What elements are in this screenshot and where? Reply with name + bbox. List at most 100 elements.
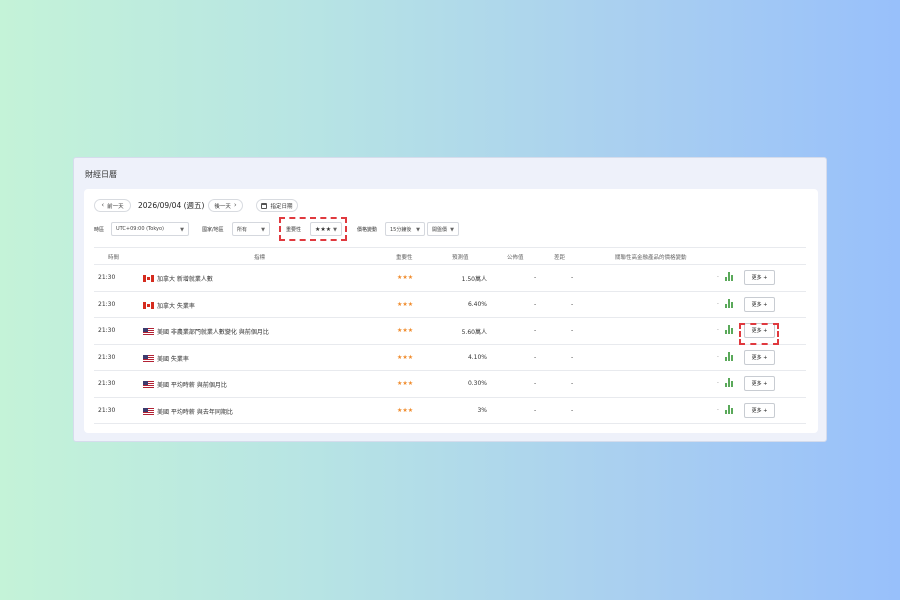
row-indicator-label: 美國 平均時薪 與前個月比 (157, 382, 227, 389)
calendar-panel: ‹ 前一天 2026/09/04 (週五) 後一天 › 指定日期 時區 UTC+… (84, 189, 818, 433)
col-importance: 重要性 (396, 255, 413, 261)
table-row: 21:30 加拿大 失業率 ★★★ 6.40% - - - 更多 + (94, 292, 806, 318)
country-select[interactable]: 所有 ▼ (232, 222, 270, 236)
page-title: 財經日曆 (85, 170, 117, 179)
next-day-button[interactable]: 後一天 › (208, 199, 243, 212)
more-button[interactable]: 更多 + (744, 376, 775, 391)
row-forecast: 6.40% (467, 300, 487, 308)
row-importance-stars: ★★★ (397, 380, 414, 387)
usa-flag-icon (143, 407, 154, 415)
prev-day-button[interactable]: ‹ 前一天 (94, 199, 131, 212)
more-button[interactable]: 更多 + (744, 402, 775, 418)
next-day-label: 後一天 (214, 203, 231, 210)
row-price-dash: - (717, 274, 719, 280)
row-indicator-label: 加拿大 失業率 (157, 302, 195, 310)
row-importance-stars: ★★★ (397, 274, 414, 281)
row-indicator[interactable]: 美國 非農業部門就業人數變化 與前個月比 (143, 327, 269, 336)
col-diff: 差距 (554, 255, 566, 261)
price-change-label: 價格變動 (357, 227, 378, 233)
row-price-dash: - (717, 406, 719, 413)
bar-chart-icon[interactable] (725, 378, 733, 387)
row-time: 21:30 (98, 274, 116, 281)
row-indicator-label: 美國 失業率 (157, 355, 189, 363)
row-diff: - (571, 327, 574, 334)
more-button[interactable]: 更多 + (744, 349, 775, 365)
row-diff: - (571, 380, 574, 387)
row-indicator[interactable]: 美國 平均時薪 與前個月比 (143, 380, 227, 389)
row-importance-stars: ★★★ (397, 353, 414, 361)
row-importance-stars: ★★★ (397, 300, 414, 308)
caret-down-icon: ▼ (450, 227, 454, 233)
caret-down-icon: ▼ (416, 227, 420, 233)
col-forecast: 預測值 (452, 255, 469, 261)
row-importance-stars: ★★★ (397, 327, 414, 334)
row-forecast: 5.60萬人 (461, 329, 487, 336)
row-diff: - (571, 406, 574, 414)
table-row: 21:30 美國 非農業部門就業人數變化 與前個月比 ★★★ 5.60萬人 - - - 更多 … (94, 318, 806, 345)
price-type-select[interactable]: 開盤價 ▼ (427, 222, 459, 236)
caret-down-icon: ▼ (261, 227, 265, 233)
bar-chart-icon[interactable] (725, 325, 733, 334)
chevron-right-icon: › (233, 201, 237, 209)
usa-flag-icon (143, 328, 154, 335)
table-row: 21:30 美國 失業率 ★★★ 4.10% - - - 更多 + (94, 345, 806, 371)
timezone-select[interactable]: UTC+09:00 (Tokyo) ▼ (111, 222, 189, 236)
timezone-label: 時區 (94, 227, 105, 233)
row-indicator[interactable]: 美國 平均時薪 與去年同期比 (143, 407, 233, 416)
row-actual: - (534, 380, 537, 387)
usa-flag-icon (143, 381, 154, 388)
row-time: 21:30 (98, 300, 116, 308)
price-type-value: 開盤價 (432, 226, 448, 233)
table-row: 21:30 美國 平均時薪 與前個月比 ★★★ 0.30% - - - 更多 + (94, 371, 806, 398)
col-price-change: 關聯性高金融產品的價格變動 (615, 255, 687, 261)
row-indicator[interactable]: 美國 失業率 (143, 354, 189, 363)
row-price-dash: - (717, 300, 719, 307)
table-row: 21:30 美國 平均時薪 與去年同期比 ★★★ 3% - - - 更多 + (94, 398, 806, 424)
bar-chart-icon[interactable] (725, 404, 733, 414)
row-price-dash: - (717, 380, 719, 386)
calendar-icon (261, 202, 268, 209)
interval-select[interactable]: 15分鐘後 ▼ (385, 222, 425, 236)
row-actual: - (534, 274, 537, 281)
col-indicator: 指標 (254, 255, 266, 261)
canada-flag-icon (143, 301, 154, 309)
table-header: 時間 指標 重要性 預測值 公佈值 差距 關聯性高金融產品的價格變動 (94, 247, 806, 265)
pick-date-button[interactable]: 指定日期 (256, 199, 298, 212)
row-time: 21:30 (98, 353, 116, 361)
usa-flag-icon (143, 354, 154, 362)
bar-chart-icon[interactable] (725, 298, 733, 308)
economic-calendar-card: 財經日曆 ‹ 前一天 2026/09/04 (週五) 後一天 › 指定日期 時區… (73, 157, 827, 442)
row-time: 21:30 (98, 380, 116, 387)
row-time: 21:30 (98, 406, 116, 414)
interval-value: 15分鐘後 (390, 226, 412, 233)
more-button[interactable]: 更多 + (744, 270, 775, 285)
prev-day-label: 前一天 (107, 203, 124, 210)
row-indicator-label: 美國 平均時薪 與去年同期比 (157, 408, 233, 416)
row-price-dash: - (717, 353, 719, 360)
more-button[interactable]: 更多 + (744, 296, 775, 312)
row-forecast: 1.50萬人 (461, 276, 487, 283)
bar-chart-icon[interactable] (725, 272, 733, 281)
pick-date-label: 指定日期 (270, 203, 293, 210)
country-label: 國家/地區 (202, 227, 224, 233)
current-date: 2026/09/04 (週五) (138, 201, 205, 210)
table-row: 21:30 加拿大 新增就業人數 ★★★ 1.50萬人 - - - 更多 + (94, 265, 806, 292)
row-diff: - (571, 300, 574, 308)
more-button-highlight (739, 323, 779, 345)
row-indicator[interactable]: 加拿大 新增就業人數 (143, 274, 213, 283)
canada-flag-icon (143, 275, 154, 282)
timezone-value: UTC+09:00 (Tokyo) (116, 226, 165, 232)
row-importance-stars: ★★★ (397, 406, 414, 414)
row-actual: - (534, 300, 537, 308)
row-actual: - (534, 353, 537, 361)
bar-chart-icon[interactable] (725, 351, 733, 361)
chevron-left-icon: ‹ (101, 201, 105, 209)
row-diff: - (571, 353, 574, 361)
caret-down-icon: ▼ (180, 227, 184, 233)
row-indicator[interactable]: 加拿大 失業率 (143, 301, 195, 310)
importance-highlight (279, 217, 347, 241)
row-forecast: 3% (477, 406, 487, 414)
col-time: 時間 (108, 255, 120, 261)
row-time: 21:30 (98, 327, 116, 334)
row-forecast: 0.30% (467, 380, 487, 387)
